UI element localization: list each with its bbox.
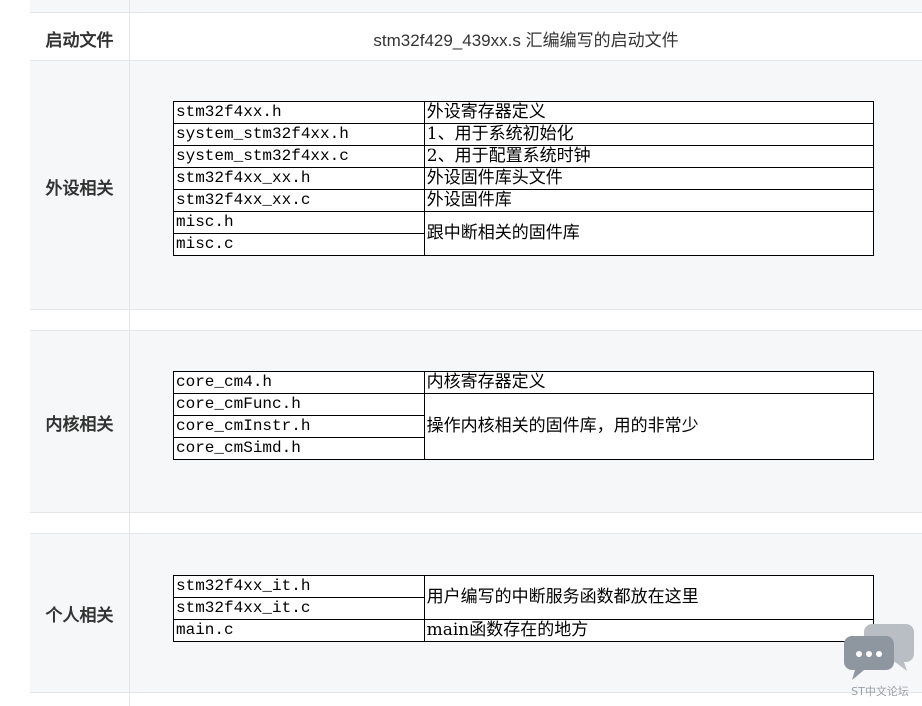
file-name: main.c <box>173 619 425 642</box>
file-name: core_cmInstr.h <box>173 415 425 438</box>
file-name: stm32f4xx_xx.c <box>173 189 425 212</box>
table-row-spacer <box>30 310 922 330</box>
row-label-startup: 启动文件 <box>45 31 114 51</box>
file-description: 跟中断相关的固件库 <box>423 211 875 256</box>
table-row: core_cmFunc.h 操作内核相关的固件库，用的非常少 <box>173 393 875 460</box>
file-description: 操作内核相关的固件库，用的非常少 <box>423 393 875 460</box>
file-name: stm32f4xx_it.h <box>173 575 425 598</box>
chat-bubbles-icon <box>844 624 914 680</box>
file-name: core_cm4.h <box>173 371 425 394</box>
table-row: system_stm32f4xx.h 1、用于系统初始化 <box>173 123 875 146</box>
table-row: core_cm4.h 内核寄存器定义 <box>173 371 875 394</box>
file-description: 用户编写的中断服务函数都放在这里 <box>423 575 875 620</box>
file-name: stm32f4xx.h <box>173 101 425 124</box>
peripheral-file-table: stm32f4xx.h 外设寄存器定义 system_stm32f4xx.h 1… <box>173 101 875 256</box>
file-name: system_stm32f4xx.h <box>173 123 425 146</box>
file-description: 2、用于配置系统时钟 <box>423 145 875 168</box>
file-description: main函数存在的地方 <box>423 619 875 642</box>
row-label-kernel: 内核相关 <box>45 415 114 435</box>
file-description: 内核寄存器定义 <box>423 371 875 394</box>
table-row-spacer <box>30 513 922 533</box>
file-name: misc.c <box>173 233 425 256</box>
table-row: main.c main函数存在的地方 <box>173 619 875 642</box>
watermark-text: ST中文论坛 <box>851 685 909 698</box>
file-name: core_cmSimd.h <box>173 437 425 460</box>
file-description: 外设固件库头文件 <box>423 167 875 190</box>
row-label-peripheral: 外设相关 <box>45 179 114 199</box>
file-description: 1、用于系统初始化 <box>423 123 875 146</box>
table-row: stm32f4xx_xx.c 外设固件库 <box>173 189 875 212</box>
table-row: stm32f4xx_it.h 用户编写的中断服务函数都放在这里 <box>173 575 875 620</box>
table-row-bottom <box>30 693 922 706</box>
file-name: stm32f4xx_it.c <box>173 597 425 620</box>
file-name: misc.h <box>173 211 425 234</box>
file-name: stm32f4xx_xx.h <box>173 167 425 190</box>
table-row-startup: 启动文件 stm32f429_439xx.s 汇编编写的启动文件 <box>30 13 922 60</box>
file-name: system_stm32f4xx.c <box>173 145 425 168</box>
personal-file-table: stm32f4xx_it.h 用户编写的中断服务函数都放在这里 stm32f4x… <box>173 575 875 642</box>
kernel-file-table: core_cm4.h 内核寄存器定义 core_cmFunc.h 操作内核相关的… <box>173 371 875 460</box>
watermark-logo: ST中文论坛 <box>842 620 918 700</box>
file-name: core_cmFunc.h <box>173 393 425 416</box>
file-description: 外设寄存器定义 <box>423 101 875 124</box>
row-label-personal: 个人相关 <box>45 606 114 626</box>
table-row: system_stm32f4xx.c 2、用于配置系统时钟 <box>173 145 875 168</box>
table-row: stm32f4xx.h 外设寄存器定义 <box>173 101 875 124</box>
table-row: misc.h 跟中断相关的固件库 <box>173 211 875 256</box>
file-description: 外设固件库 <box>423 189 875 212</box>
table-row-top <box>30 0 922 12</box>
table-row: stm32f4xx_xx.h 外设固件库头文件 <box>173 167 875 190</box>
startup-description: stm32f429_439xx.s 汇编编写的启动文件 <box>373 31 679 50</box>
